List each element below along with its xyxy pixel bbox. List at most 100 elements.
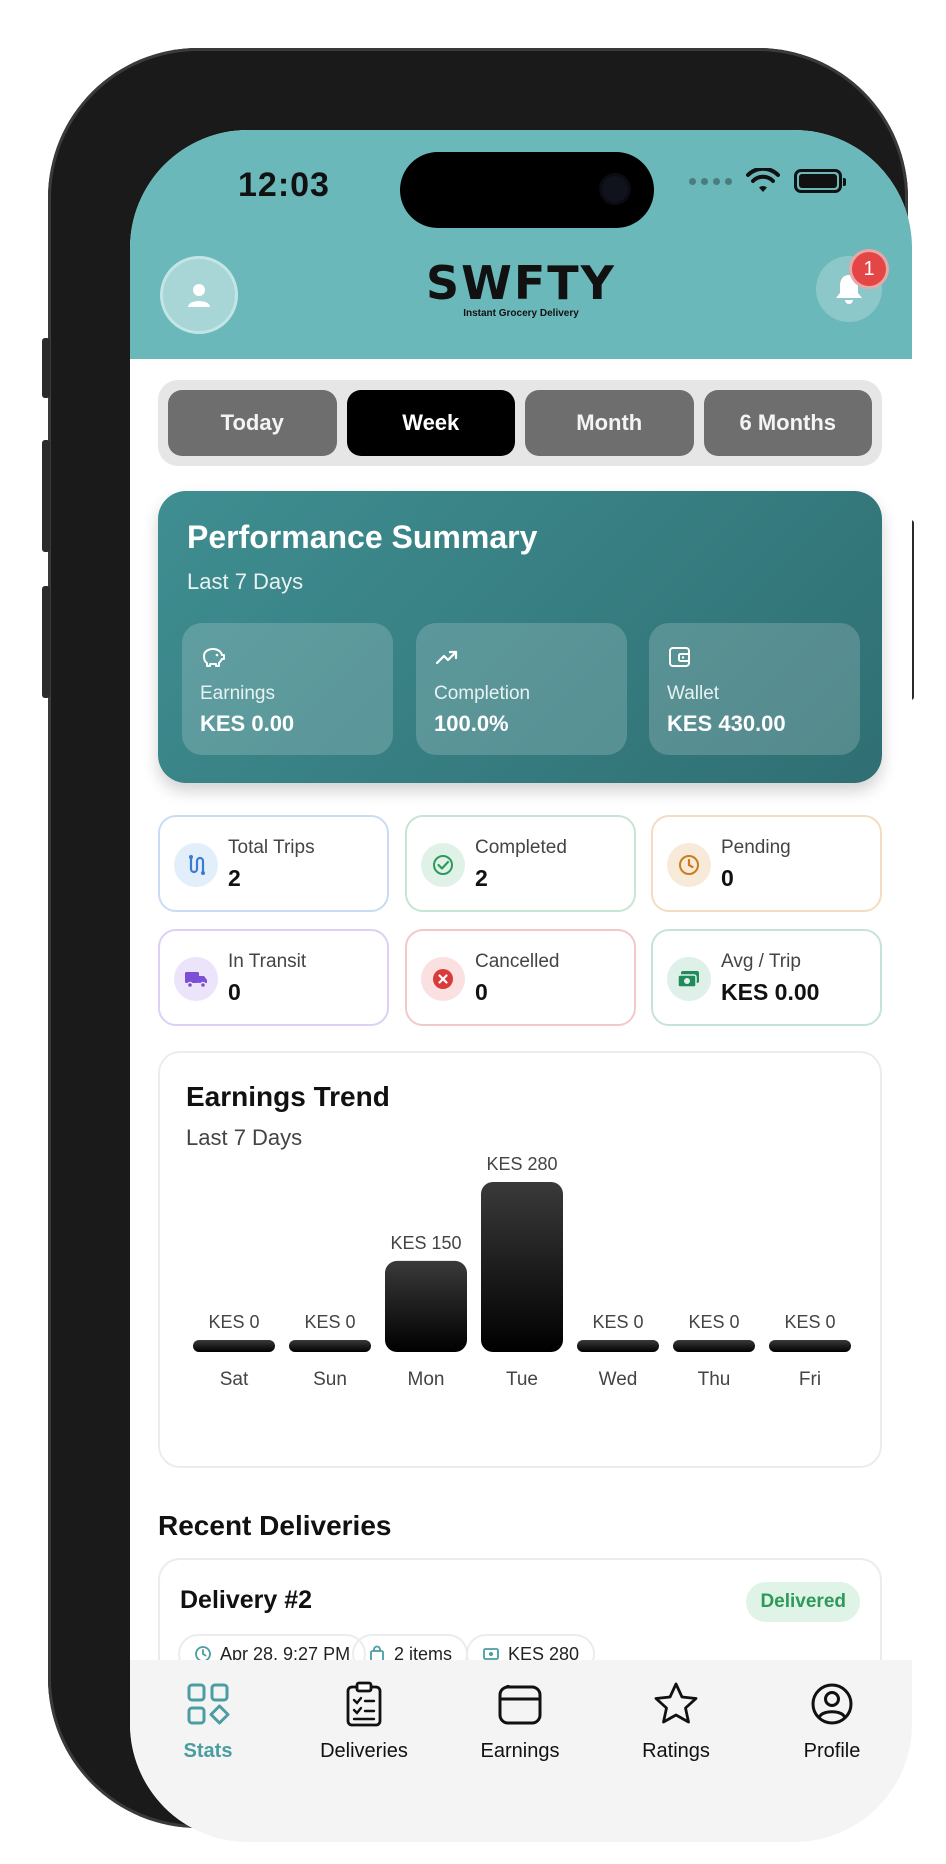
stat-cancelled: Cancelled 0 <box>405 929 636 1026</box>
stat-value: 2 <box>475 865 488 891</box>
bar-value-label: KES 0 <box>304 1312 355 1332</box>
metric-value: KES 0.00 <box>200 711 295 736</box>
logo-tagline: Instant Grocery Delivery <box>463 308 579 319</box>
truck-icon <box>174 957 218 1001</box>
tab-week[interactable]: Week <box>346 390 515 456</box>
stat-completed: Completed 2 <box>405 815 636 912</box>
camera-icon <box>602 176 628 202</box>
bar-value-label: KES 280 <box>486 1154 557 1174</box>
user-circle-icon <box>811 1683 853 1725</box>
metric-wallet: Wallet KES 430.00 <box>649 623 860 755</box>
stat-value: 2 <box>228 865 241 891</box>
metric-value: 100.0% <box>434 711 509 736</box>
bottom-navigation: Stats Deliveries Earnings Ratings Profil… <box>130 1660 912 1842</box>
stat-label: Avg / Trip <box>721 951 801 972</box>
piggy-bank-icon <box>203 648 225 667</box>
bar-tue[interactable] <box>481 1182 563 1352</box>
clipboard-list-icon <box>346 1681 382 1727</box>
x-tick-label: Mon <box>408 1369 445 1390</box>
route-icon <box>174 843 218 887</box>
nav-label: Profile <box>803 1740 861 1762</box>
wifi-icon <box>746 168 780 192</box>
nav-stats[interactable]: Stats <box>130 1678 286 1763</box>
tab-today[interactable]: Today <box>168 390 337 456</box>
notification-badge: 1 <box>852 252 886 286</box>
metric-value: KES 430.00 <box>667 711 786 736</box>
phone-frame: 12:03 SWFTY Instant Grocery Delivery 1 T… <box>42 48 914 1842</box>
stat-value: KES 0.00 <box>721 979 820 1005</box>
metric-earnings: Earnings KES 0.00 <box>182 623 393 755</box>
logo-wordmark: SWFTY <box>426 256 616 310</box>
metric-label: Wallet <box>667 683 720 704</box>
bar-sat[interactable] <box>193 1340 275 1352</box>
bar-value-label: KES 0 <box>784 1312 835 1332</box>
stat-avg-trip: Avg / Trip KES 0.00 <box>651 929 882 1026</box>
recent-deliveries-title: Recent Deliveries <box>158 1510 392 1541</box>
bar-value-label: KES 0 <box>688 1312 739 1332</box>
check-circle-icon <box>421 843 465 887</box>
metric-completion: Completion 100.0% <box>416 623 627 755</box>
trending-up-icon <box>435 650 458 665</box>
bar-sun[interactable] <box>289 1340 371 1352</box>
stat-pending: Pending 0 <box>651 815 882 912</box>
app-logo: SWFTY Instant Grocery Delivery <box>130 260 912 319</box>
stat-label: Pending <box>721 837 791 858</box>
x-circle-icon <box>421 957 465 1001</box>
signal-icon <box>689 177 732 185</box>
x-tick-label: Sat <box>220 1369 249 1390</box>
wallet-icon <box>498 1685 542 1725</box>
nav-earnings[interactable]: Earnings <box>442 1678 598 1763</box>
x-tick-label: Wed <box>599 1369 638 1390</box>
bar-value-label: KES 0 <box>208 1312 259 1332</box>
nav-label: Deliveries <box>320 1740 408 1762</box>
bar-fri[interactable] <box>769 1340 851 1352</box>
mute-switch <box>42 338 50 398</box>
volume-down-button <box>42 586 50 698</box>
stat-label: Total Trips <box>228 837 315 858</box>
stat-label: In Transit <box>228 951 307 972</box>
nav-label: Ratings <box>642 1740 710 1762</box>
dynamic-island <box>400 152 654 228</box>
notifications-button[interactable]: 1 <box>816 252 886 322</box>
status-badge: Delivered <box>746 1582 860 1622</box>
stat-total-trips: Total Trips 2 <box>158 815 389 912</box>
stat-value: 0 <box>475 979 488 1005</box>
bar-mon[interactable] <box>385 1260 467 1352</box>
grid-icon <box>187 1683 230 1725</box>
nav-profile[interactable]: Profile <box>754 1678 910 1763</box>
x-tick-label: Sun <box>313 1369 347 1390</box>
stat-in-transit: In Transit 0 <box>158 929 389 1026</box>
x-tick-label: Fri <box>799 1369 821 1390</box>
summary-title: Performance Summary <box>187 519 538 555</box>
bar-value-label: KES 150 <box>390 1233 461 1253</box>
metric-label: Earnings <box>200 683 275 704</box>
summary-subtitle: Last 7 Days <box>187 569 304 594</box>
status-time: 12:03 <box>238 166 330 204</box>
volume-up-button <box>42 440 50 552</box>
period-selector: Today Week Month 6 Months <box>158 380 882 466</box>
app-header: 12:03 SWFTY Instant Grocery Delivery 1 <box>130 130 912 359</box>
nav-deliveries[interactable]: Deliveries <box>286 1678 442 1763</box>
x-tick-label: Thu <box>698 1369 731 1390</box>
earnings-bar-chart: KES 0 Sat KES 0 Sun KES 150 Mon KES 280 Tue KES … <box>193 1154 851 1390</box>
stat-value: 0 <box>228 979 241 1005</box>
star-icon <box>654 1682 698 1724</box>
bar-thu[interactable] <box>673 1340 755 1352</box>
bar-value-label: KES 0 <box>592 1312 643 1332</box>
delivery-title: Delivery #2 <box>180 1586 313 1614</box>
nav-label: Earnings <box>480 1740 560 1762</box>
nav-ratings[interactable]: Ratings <box>598 1678 754 1763</box>
tab-6-months[interactable]: 6 Months <box>703 390 872 456</box>
stat-label: Cancelled <box>475 951 560 972</box>
metric-label: Completion <box>434 683 531 704</box>
app-screen: 12:03 SWFTY Instant Grocery Delivery 1 T… <box>130 130 912 1842</box>
clock-icon <box>667 843 711 887</box>
x-tick-label: Tue <box>506 1369 538 1390</box>
status-icons <box>689 168 846 194</box>
bar-wed[interactable] <box>577 1340 659 1352</box>
wallet-icon <box>669 647 690 667</box>
battery-icon <box>794 169 846 193</box>
performance-summary-card: Performance Summary Last 7 Days Earnings… <box>158 491 882 783</box>
nav-label: Stats <box>183 1740 233 1762</box>
tab-month[interactable]: Month <box>525 390 694 456</box>
